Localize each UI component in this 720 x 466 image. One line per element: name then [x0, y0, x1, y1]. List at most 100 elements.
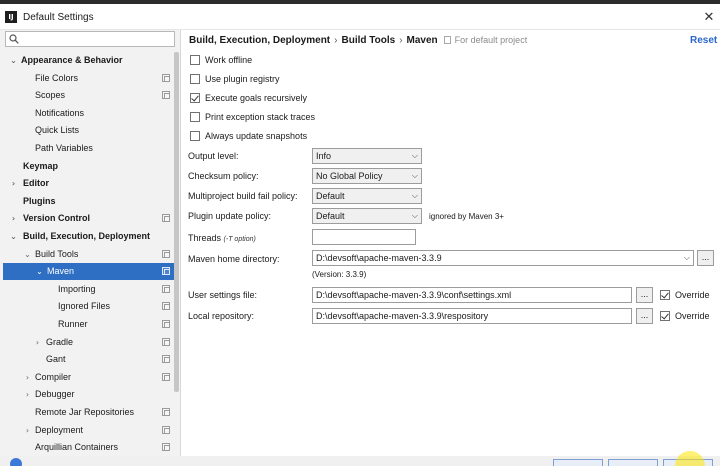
plugin-update-policy-label: Plugin update policy: — [188, 211, 272, 221]
breadcrumb-separator: › — [334, 35, 338, 46]
breadcrumb-item: Build, Execution, Deployment — [189, 35, 331, 46]
search-icon — [9, 34, 19, 44]
chevron-down-icon[interactable]: ⌄ — [23, 246, 32, 263]
checkbox-label: Print exception stack traces — [205, 112, 316, 122]
close-button[interactable]: ✕ — [700, 9, 718, 27]
chevron-right-icon[interactable]: › — [9, 210, 18, 227]
help-icon[interactable] — [10, 458, 22, 466]
checkbox-label: Override — [675, 290, 710, 300]
title-bar: IJ Default Settings ✕ — [0, 4, 720, 30]
chevron-down-icon[interactable]: ⌄ — [35, 263, 44, 280]
checkbox-box[interactable] — [190, 93, 200, 103]
cancel-button[interactable] — [608, 459, 658, 466]
project-scope-icon — [162, 372, 170, 381]
sidebar-item-label: Deployment — [35, 424, 84, 435]
checkbox-box[interactable] — [190, 74, 200, 84]
checkbox-label: Use plugin registry — [205, 74, 280, 84]
sidebar-item-plugins[interactable]: Plugins — [3, 193, 174, 210]
sidebar-item-label: Runner — [58, 319, 88, 329]
project-scope-icon — [162, 91, 170, 100]
breadcrumb-separator: › — [399, 35, 403, 46]
local-repository-input[interactable]: D:\devsoft\apache-maven-3.3.9\respositor… — [312, 308, 632, 324]
chevron-down-icon[interactable]: ⌄ — [9, 228, 18, 245]
plugin-update-policy-select[interactable]: Default ⌵ — [312, 208, 422, 224]
sidebar-item-label: Gant — [46, 354, 66, 365]
checkbox-box[interactable] — [190, 55, 200, 65]
reset-link[interactable]: Reset — [690, 35, 717, 46]
project-scope-icon — [162, 214, 170, 223]
chevron-right-icon[interactable]: › — [23, 422, 32, 439]
breadcrumb-item: Maven — [406, 35, 438, 46]
project-scope-icon — [162, 267, 170, 276]
sidebar-item-build-execution-deployment[interactable]: ⌄ Build, Execution, Deployment — [3, 228, 174, 245]
sidebar-scrollbar[interactable] — [174, 52, 179, 392]
chevron-down-icon: ⌵ — [411, 171, 418, 180]
sidebar-item-runner[interactable]: Runner — [3, 316, 174, 333]
user-settings-input[interactable]: D:\devsoft\apache-maven-3.3.9\conf\setti… — [312, 287, 632, 303]
threads-input[interactable] — [312, 229, 416, 245]
chevron-right-icon[interactable]: › — [33, 334, 42, 351]
sidebar-item-label: Maven — [47, 266, 75, 277]
sidebar-item-version-control[interactable]: › Version Control — [3, 210, 174, 227]
project-scope-icon — [162, 408, 170, 416]
sidebar-item-build-tools[interactable]: ⌄ Build Tools — [3, 246, 174, 263]
multiproject-fail-policy-select[interactable]: Default ⌵ — [312, 188, 422, 204]
sidebar-item-deployment[interactable]: › Deployment — [3, 422, 174, 439]
threads-hint: (-T option) — [223, 236, 256, 243]
sidebar-item-scopes[interactable]: Scopes — [3, 87, 174, 104]
checkbox-box[interactable] — [660, 290, 670, 300]
sidebar-item-file-colors[interactable]: File Colors — [3, 70, 174, 87]
maven-home-label: Maven home directory: — [188, 254, 280, 264]
sidebar-item-notifications[interactable]: Notifications — [3, 105, 174, 122]
breadcrumb: Build, Execution, Deployment › Build Tools… — [189, 35, 527, 46]
ok-button[interactable] — [553, 459, 603, 466]
sidebar-item-keymap[interactable]: Keymap — [3, 158, 174, 175]
sidebar-item-arquillian-containers[interactable]: Arquillian Containers — [3, 439, 174, 456]
output-level-select[interactable]: Info ⌵ — [312, 148, 422, 164]
chevron-right-icon[interactable]: › — [23, 369, 32, 386]
chevron-down-icon[interactable]: ⌄ — [9, 52, 18, 69]
sidebar-item-label: Build, Execution, Deployment — [23, 231, 151, 241]
intellij-app-icon: IJ — [5, 11, 17, 23]
sidebar-item-importing[interactable]: Importing — [3, 281, 174, 298]
window-title: Default Settings — [23, 12, 94, 23]
settings-search[interactable] — [5, 31, 175, 47]
user-settings-label: User settings file: — [188, 290, 258, 300]
sidebar-item-label: Version Control — [23, 213, 91, 224]
sidebar-item-compiler[interactable]: › Compiler — [3, 369, 174, 386]
local-repository-browse-button[interactable]: ... — [636, 308, 653, 324]
checkbox-label: Work offline — [205, 55, 253, 65]
maven-version-text: (Version: 3.3.9) — [312, 270, 367, 279]
sidebar-item-label: Remote Jar Repositories — [35, 407, 135, 417]
sidebar-item-label: Arquillian Containers — [35, 442, 119, 453]
scope-text: For default project — [454, 35, 528, 45]
sidebar-item-gant[interactable]: Gant — [3, 351, 174, 368]
sidebar-item-label: Path Variables — [35, 143, 93, 153]
chevron-right-icon[interactable]: › — [9, 175, 18, 192]
chevron-down-icon: ⌵ — [411, 151, 418, 160]
user-settings-browse-button[interactable]: ... — [636, 287, 653, 303]
maven-home-browse-button[interactable]: ... — [697, 250, 714, 266]
sidebar-item-path-variables[interactable]: Path Variables — [3, 140, 174, 157]
checkbox-box[interactable] — [190, 131, 200, 141]
sidebar-item-remote-jar-repositories[interactable]: Remote Jar Repositories — [3, 404, 174, 421]
checksum-policy-select[interactable]: No Global Policy ⌵ — [312, 168, 422, 184]
maven-home-combobox[interactable]: D:\devsoft\apache-maven-3.3.9 ⌵ — [312, 250, 694, 266]
maven-home-value: D:\devsoft\apache-maven-3.3.9 — [316, 253, 442, 263]
sidebar-item-maven[interactable]: ⌄ Maven — [3, 263, 174, 281]
checkbox-box[interactable] — [190, 112, 200, 122]
sidebar-item-appearance-behavior[interactable]: ⌄ Appearance & Behavior — [3, 52, 174, 69]
sidebar-item-gradle[interactable]: › Gradle — [3, 334, 174, 351]
sidebar-item-debugger[interactable]: › Debugger — [3, 386, 174, 403]
checkbox-box[interactable] — [660, 311, 670, 321]
sidebar-item-label: Gradle — [46, 336, 74, 347]
threads-label: Threads (-T option) — [188, 231, 256, 247]
dialog-footer — [0, 456, 720, 466]
select-value: Info — [316, 151, 332, 161]
chevron-right-icon[interactable]: › — [23, 386, 32, 403]
sidebar-item-label: Plugins — [23, 195, 56, 206]
sidebar-item-quick-lists[interactable]: Quick Lists — [3, 122, 174, 139]
sidebar-item-editor[interactable]: › Editor — [3, 175, 174, 192]
search-input[interactable] — [22, 33, 172, 45]
sidebar-item-ignored-files[interactable]: Ignored Files — [3, 298, 174, 315]
